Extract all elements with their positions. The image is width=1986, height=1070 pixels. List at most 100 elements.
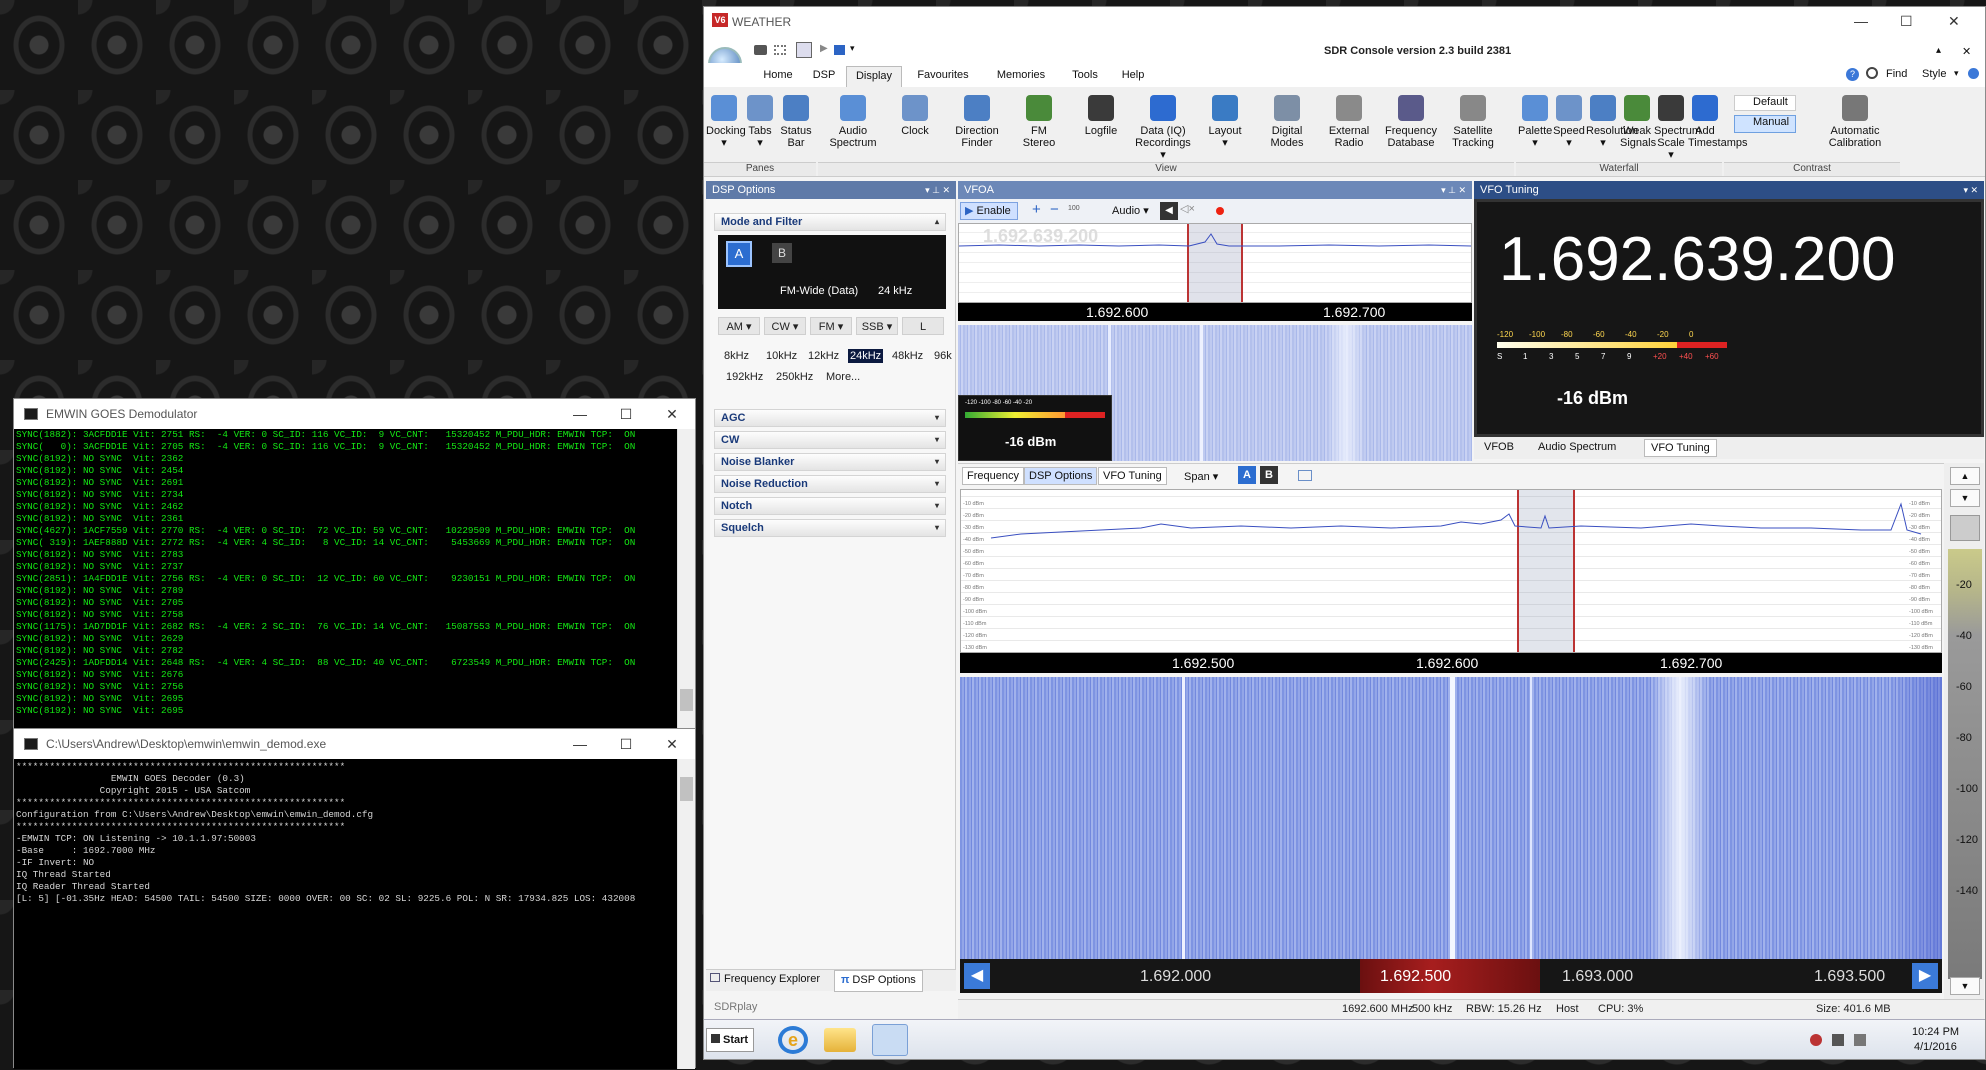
decoder-titlebar[interactable]: C:\Users\Andrew\Desktop\emwin\emwin_demo… [14, 729, 695, 759]
sdr-taskbar-icon[interactable] [872, 1024, 908, 1056]
hundred-icon[interactable]: 100 [1068, 205, 1080, 212]
contrast-manual-button[interactable]: Manual [1734, 115, 1796, 133]
vfo-tuning-header[interactable]: VFO Tuning ▾ ✕ [1474, 181, 1984, 199]
pane-controls-icon[interactable]: ▾ ✕ [1963, 185, 1978, 196]
span-dropdown[interactable]: Span ▾ [1184, 470, 1218, 483]
tab-dsp-options[interactable]: π DSP Options [834, 970, 923, 992]
waterfall-db-scale[interactable]: -20 -40 -60 -80 -100 -120 -140 [1948, 549, 1982, 979]
tab-tools[interactable]: Tools [1058, 66, 1112, 87]
bandwidth-button[interactable]: 8kHz [722, 349, 751, 363]
tab-memories[interactable]: Memories [984, 66, 1058, 87]
tab-favourites[interactable]: Favourites [902, 66, 984, 87]
tab-vfob[interactable]: VFOB [1478, 439, 1520, 455]
close-button[interactable]: ✕ [649, 736, 695, 753]
speaker-icon[interactable]: ◀ [1160, 202, 1178, 220]
network-icon[interactable] [774, 45, 786, 55]
main-tab-frequency[interactable]: Frequency [962, 467, 1024, 485]
style-button[interactable]: Style [1922, 68, 1946, 80]
bandwidth-button[interactable]: 48kHz [890, 349, 925, 363]
tab-dsp[interactable]: DSP [802, 66, 846, 87]
scroll-up-button[interactable]: ▲ [1950, 467, 1980, 485]
view-button-3[interactable]: FM Stereo [1008, 95, 1070, 149]
tray-time[interactable]: 10:24 PM [1912, 1026, 1959, 1038]
vfoa-scale[interactable]: 1.692.600 1.692.700 [958, 303, 1472, 321]
tray-date[interactable]: 4/1/2016 [1914, 1041, 1957, 1053]
bandwidth-button[interactable]: More... [826, 371, 860, 383]
audio-dropdown[interactable]: Audio ▾ [1112, 204, 1149, 217]
tab-help[interactable]: Help [1112, 66, 1154, 87]
qat-dropdown-icon[interactable]: ▾ [850, 43, 855, 54]
main-a-button[interactable]: A [1238, 466, 1256, 484]
waterfall-button-1[interactable]: Speed ▾ [1552, 95, 1586, 149]
contrast-default-button[interactable]: Default [1734, 95, 1796, 111]
print-icon[interactable] [1298, 470, 1312, 481]
ribbon-min-icon[interactable]: ▴ [1936, 45, 1941, 56]
waterfall-button-2[interactable]: Resolution ▾ [1586, 95, 1638, 149]
view-button-6[interactable]: Layout ▾ [1194, 95, 1256, 149]
mode-button[interactable]: AM ▾ [718, 317, 760, 335]
tray-network-icon[interactable] [1832, 1034, 1844, 1046]
record-button[interactable] [1216, 207, 1224, 215]
view-button-2[interactable]: Direction Finder [946, 95, 1008, 149]
view-button-5[interactable]: Data (IQ) Recordings ▾ [1132, 95, 1194, 161]
folder-icon[interactable] [824, 1028, 856, 1052]
ie-icon[interactable]: e [778, 1026, 808, 1054]
camera-icon[interactable] [754, 45, 767, 55]
section-noise-blanker[interactable]: Noise Blanker ▾ [714, 453, 946, 471]
play-icon[interactable]: ▶ [820, 43, 828, 54]
tab-frequency-explorer[interactable]: Frequency Explorer [710, 973, 820, 985]
bandwidth-button[interactable]: 192kHz [726, 371, 763, 383]
tab-display[interactable]: Display [846, 66, 902, 87]
vfoa-waterfall[interactable]: -120 -100 -80 -60 -40 -20 -16 dBm [958, 325, 1472, 461]
nav-right-button[interactable]: ▶ [1912, 963, 1938, 989]
vfoa-header[interactable]: VFOA ▾ ⊥ ✕ [958, 181, 1472, 199]
view-button-0[interactable]: Audio Spectrum [822, 95, 884, 149]
view-button-8[interactable]: External Radio [1318, 95, 1380, 149]
main-waterfall[interactable] [960, 677, 1942, 959]
section-noise-reduction[interactable]: Noise Reduction ▾ [714, 475, 946, 493]
waterfall-button-4[interactable]: Spectrum Scale ▾ [1654, 95, 1701, 161]
waterfall-button-5[interactable]: Add Timestamps [1688, 95, 1748, 149]
help-small-icon[interactable] [1968, 68, 1979, 79]
waterfall-button-3[interactable]: Weak Signals [1620, 95, 1656, 149]
pane-controls-icon[interactable]: ▾ ⊥ ✕ [925, 185, 950, 196]
decoder-scrollbar[interactable] [677, 759, 695, 1069]
find-button[interactable]: Find [1886, 68, 1907, 80]
main-tab-vfo-tuning[interactable]: VFO Tuning [1098, 467, 1167, 485]
tray-volume-icon[interactable] [1854, 1034, 1866, 1046]
vfo-frequency[interactable]: 1.692.639.200 [1499, 224, 1896, 295]
view-button-9[interactable]: Frequency Database [1380, 95, 1442, 149]
bandwidth-button[interactable]: 24kHz [848, 349, 884, 363]
close-button[interactable]: ✕ [649, 406, 695, 423]
view-button-7[interactable]: Digital Modes [1256, 95, 1318, 149]
close-button[interactable]: ✕ [1948, 13, 1960, 30]
vfo-b-button[interactable]: B [772, 243, 792, 263]
search-icon[interactable] [1866, 67, 1878, 79]
tab-home[interactable]: Home [754, 66, 802, 87]
scroll-down-button[interactable]: ▼ [1950, 489, 1980, 507]
bandwidth-button[interactable]: 250kHz [776, 371, 813, 383]
section-cw[interactable]: CW ▾ [714, 431, 946, 449]
chart-icon[interactable] [1950, 515, 1980, 541]
minimize-button[interactable]: — [557, 736, 603, 752]
view-button-4[interactable]: Logfile [1070, 95, 1132, 137]
pane-controls-icon[interactable]: ▾ ⊥ ✕ [1441, 185, 1466, 196]
main-tab-dsp-options[interactable]: DSP Options [1024, 467, 1098, 485]
window-icon[interactable] [796, 42, 812, 58]
panes-button-2[interactable]: Status Bar [778, 95, 814, 149]
panes-button-0[interactable]: Docking ▾ [706, 95, 746, 149]
view-button-1[interactable]: Clock [884, 95, 946, 137]
main-scale[interactable]: 1.692.500 1.692.600 1.692.700 [960, 653, 1942, 673]
bandwidth-button[interactable]: 96k [932, 349, 954, 363]
vfo-a-button[interactable]: A [726, 241, 752, 267]
mode-button[interactable]: L [902, 317, 944, 335]
chevron-down-icon[interactable]: ▾ [1954, 68, 1959, 79]
tab-vfo-tuning[interactable]: VFO Tuning [1644, 439, 1717, 457]
start-button[interactable]: Start [706, 1028, 754, 1052]
bandwidth-button[interactable]: 10kHz [764, 349, 799, 363]
zoom-out-icon[interactable]: − [1050, 201, 1059, 218]
nav-left-button[interactable]: ◀ [964, 963, 990, 989]
tray-flag-icon[interactable] [1810, 1034, 1822, 1046]
waterfall-button-0[interactable]: Palette ▾ [1518, 95, 1552, 149]
enable-button[interactable]: ▶ Enable [960, 202, 1018, 220]
